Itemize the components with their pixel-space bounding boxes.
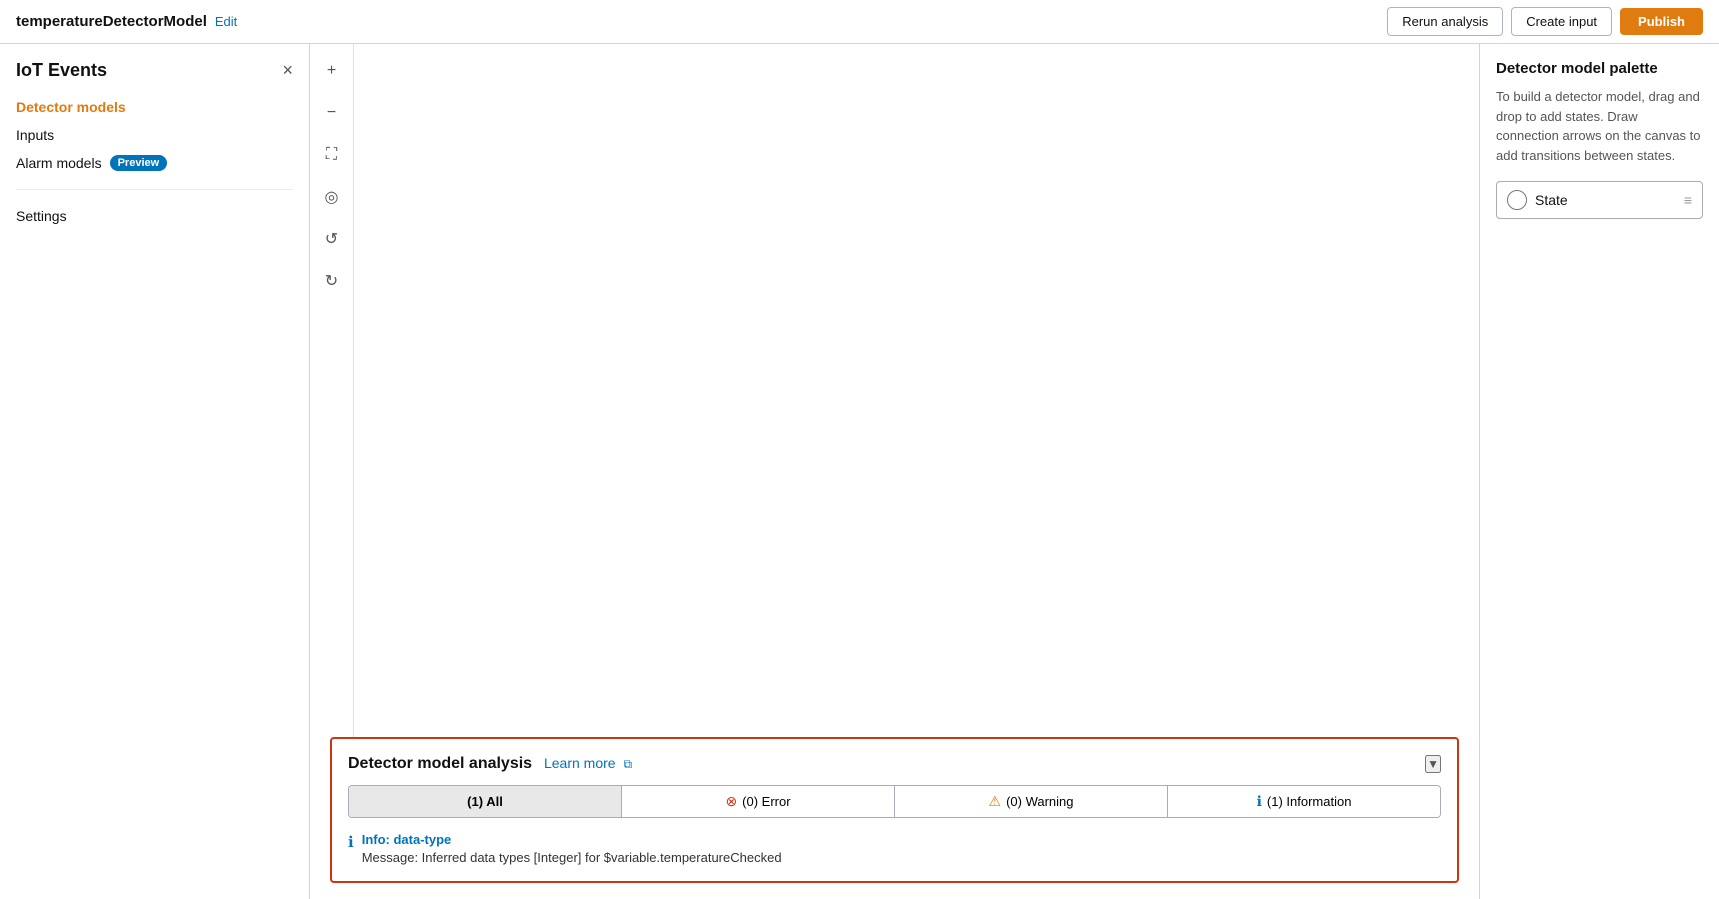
analysis-tabs: (1) All ⊗ (0) Error ⚠ (0) Warning ℹ (1) … <box>348 785 1441 818</box>
analysis-item-content: Info: data-type Message: Inferred data t… <box>362 832 782 865</box>
sidebar-close-button[interactable]: × <box>282 60 293 81</box>
minus-icon: − <box>327 104 336 122</box>
sidebar-label-detector-models: Detector models <box>16 99 126 115</box>
palette-state-label: State <box>1535 192 1676 208</box>
right-palette: Detector model palette To build a detect… <box>1479 44 1719 899</box>
sidebar-header: IoT Events × <box>0 60 309 93</box>
sidebar-divider <box>16 189 293 190</box>
tab-warning-label: (0) Warning <box>1006 794 1073 809</box>
palette-title: Detector model palette <box>1496 60 1703 77</box>
analysis-item-label: Info: data-type <box>362 832 782 847</box>
edit-link[interactable]: Edit <box>215 14 237 29</box>
drag-handle-icon: ≡ <box>1684 192 1692 208</box>
palette-state-item[interactable]: State ≡ <box>1496 181 1703 219</box>
redo-button[interactable]: ↻ <box>317 266 347 296</box>
zoom-in-button[interactable]: + <box>317 56 347 86</box>
sidebar: IoT Events × Detector models Inputs Alar… <box>0 44 310 899</box>
analysis-item-info-icon: ℹ <box>348 833 354 851</box>
tab-error-label: (0) Error <box>742 794 790 809</box>
sidebar-item-alarm-models[interactable]: Alarm models Preview <box>16 149 293 177</box>
sidebar-item-settings[interactable]: Settings <box>16 202 293 230</box>
redo-icon: ↻ <box>325 271 338 291</box>
publish-button[interactable]: Publish <box>1620 8 1703 35</box>
learn-more-label: Learn more <box>544 755 616 771</box>
target-button[interactable]: ◎ <box>317 182 347 212</box>
learn-more-link[interactable]: Learn more ⧉ <box>544 755 632 771</box>
tab-warning[interactable]: ⚠ (0) Warning <box>895 786 1168 817</box>
analysis-title-group: Detector model analysis Learn more ⧉ <box>348 755 632 773</box>
external-link-icon: ⧉ <box>623 757 632 771</box>
canvas-area: + − ⛶ ◎ ↺ ↻ <box>310 44 1479 899</box>
analysis-collapse-button[interactable]: ▼ <box>1425 755 1441 773</box>
state-circle-icon <box>1507 190 1527 210</box>
tab-information[interactable]: ℹ (1) Information <box>1168 786 1440 817</box>
top-bar-actions: Rerun analysis Create input Publish <box>1387 7 1703 36</box>
info-icon: ℹ <box>1257 793 1262 810</box>
analysis-title: Detector model analysis <box>348 755 532 772</box>
main-layout: IoT Events × Detector models Inputs Alar… <box>0 44 1719 899</box>
app-title: IoT Events <box>16 60 107 81</box>
sidebar-nav: Detector models Inputs Alarm models Prev… <box>0 93 309 230</box>
undo-icon: ↺ <box>325 229 338 249</box>
tab-information-label: (1) Information <box>1267 794 1352 809</box>
sidebar-item-inputs[interactable]: Inputs <box>16 121 293 149</box>
sidebar-label-alarm-models: Alarm models <box>16 155 102 171</box>
create-input-button[interactable]: Create input <box>1511 7 1612 36</box>
analysis-panel: Detector model analysis Learn more ⧉ ▼ (… <box>330 737 1459 883</box>
top-bar: temperatureDetectorModel Edit Rerun anal… <box>0 0 1719 44</box>
sidebar-label-settings: Settings <box>16 208 67 224</box>
fit-button[interactable]: ⛶ <box>317 140 347 170</box>
analysis-header: Detector model analysis Learn more ⧉ ▼ <box>348 755 1441 773</box>
canvas-toolbar: + − ⛶ ◎ ↺ ↻ <box>310 44 354 737</box>
model-name: temperatureDetectorModel <box>16 13 207 30</box>
preview-badge: Preview <box>110 155 168 171</box>
sidebar-item-detector-models[interactable]: Detector models <box>16 93 293 121</box>
canvas-wrapper: + − ⛶ ◎ ↺ ↻ <box>310 44 1479 737</box>
zoom-out-button[interactable]: − <box>317 98 347 128</box>
sidebar-label-inputs: Inputs <box>16 127 54 143</box>
target-icon: ◎ <box>325 187 339 207</box>
fit-icon: ⛶ <box>326 146 337 164</box>
rerun-analysis-button[interactable]: Rerun analysis <box>1387 7 1503 36</box>
plus-icon: + <box>327 62 336 80</box>
tab-all-label: (1) All <box>467 794 503 809</box>
palette-description: To build a detector model, drag and drop… <box>1496 87 1703 165</box>
undo-button[interactable]: ↺ <box>317 224 347 254</box>
analysis-item-0: ℹ Info: data-type Message: Inferred data… <box>348 832 1441 865</box>
warning-icon: ⚠ <box>989 793 1002 810</box>
tab-error[interactable]: ⊗ (0) Error <box>622 786 895 817</box>
error-icon: ⊗ <box>725 793 737 810</box>
analysis-item-message: Message: Inferred data types [Integer] f… <box>362 850 782 865</box>
tab-all[interactable]: (1) All <box>349 786 622 817</box>
